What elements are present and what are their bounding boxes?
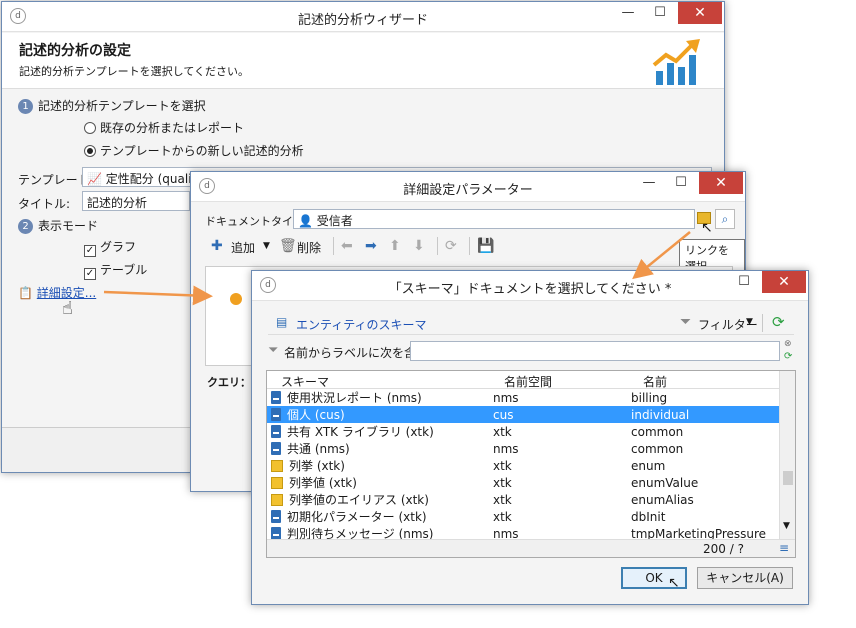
arrow-to-schema (632, 231, 691, 280)
annotation-arrows (103, 231, 691, 306)
arrow-to-params (103, 285, 213, 306)
